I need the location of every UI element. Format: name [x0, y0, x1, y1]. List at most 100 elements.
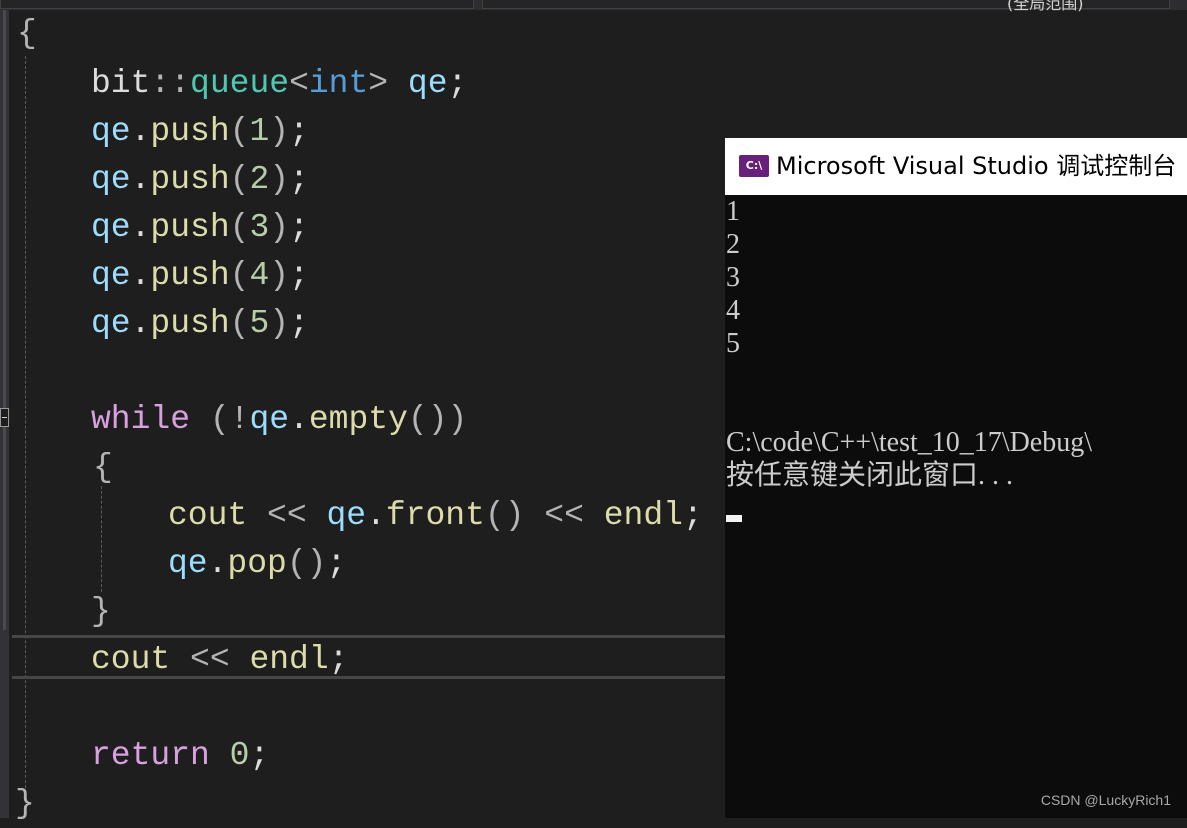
code-token: push [150, 113, 230, 150]
code-token: . [130, 305, 151, 342]
scope-dropdown-label: (全局范围) [1007, 0, 1084, 13]
code-line[interactable]: { [17, 10, 37, 58]
code-token: ; [249, 737, 270, 774]
project-dropdown[interactable] [0, 0, 474, 9]
code-line[interactable]: { [93, 444, 113, 492]
code-token: ) [269, 305, 290, 342]
code-token: ; [289, 161, 309, 198]
code-token: cout [168, 497, 248, 534]
code-token: ( [229, 305, 250, 342]
code-token: bit [91, 65, 151, 102]
console-output-line: 4 [726, 295, 740, 326]
code-token: < [289, 65, 309, 102]
indent-guide [101, 486, 102, 592]
code-token: pop [227, 545, 287, 582]
code-token: ( [229, 257, 250, 294]
code-line[interactable]: while (!qe.empty()) [91, 396, 467, 444]
change-tracking-bar [3, 10, 6, 630]
code-line[interactable]: qe.push(5); [91, 300, 309, 348]
code-token: 1 [249, 113, 270, 150]
code-token: endl [603, 497, 683, 534]
code-token: ; [326, 545, 347, 582]
code-token: qe [326, 497, 367, 534]
code-line[interactable]: cout << qe.front() << endl; [168, 492, 703, 540]
console-title-bar[interactable]: C:\ Microsoft Visual Studio 调试控制台 [725, 138, 1187, 195]
code-token: qe [168, 545, 208, 582]
code-token: . [207, 545, 228, 582]
console-output-line: 按任意键关闭此窗口. . . [726, 460, 1014, 491]
code-token: ) [269, 209, 290, 246]
indent-guide [25, 56, 26, 808]
code-token: :: [150, 65, 191, 102]
code-token: 2 [249, 161, 270, 198]
code-token: << [170, 641, 250, 678]
code-token: . [130, 113, 151, 150]
code-token: () [484, 497, 525, 534]
code-line[interactable]: return 0; [91, 732, 269, 780]
code-token: qe [91, 113, 131, 150]
code-token: ) [269, 257, 290, 294]
code-token: . [130, 257, 151, 294]
code-editor[interactable]: {bit::queue<int> qe; qe.push(1); qe.push(2… [0, 10, 725, 822]
code-token: empty [308, 401, 408, 438]
code-line[interactable]: qe.push(4); [91, 252, 309, 300]
code-token: push [150, 257, 230, 294]
code-token: qe [91, 305, 131, 342]
code-token: qe [91, 161, 131, 198]
console-output-line: C:\code\C++\test_10_17\Debug\ [726, 427, 1092, 458]
code-line[interactable]: qe.push(3); [91, 204, 309, 252]
code-token: front [385, 497, 485, 534]
code-token: ( [190, 401, 230, 438]
code-token: queue [190, 65, 290, 102]
code-token: ; [289, 305, 309, 342]
code-line[interactable]: } [91, 588, 111, 636]
console-output-line: 2 [726, 229, 740, 260]
code-line[interactable]: qe.push(1); [91, 108, 309, 156]
code-token: ; [289, 113, 309, 150]
code-token: 5 [249, 305, 270, 342]
code-token: ! [229, 401, 250, 438]
console-title: Microsoft Visual Studio 调试控制台 [776, 152, 1177, 180]
code-token: { [93, 449, 113, 486]
code-token: push [150, 305, 230, 342]
console-app-icon: C:\ [739, 155, 769, 177]
code-token: ; [289, 209, 309, 246]
code-token: ( [229, 113, 250, 150]
code-line[interactable]: qe.pop(); [168, 540, 346, 588]
code-token: << [524, 497, 604, 534]
code-token: ) [269, 113, 290, 150]
code-token: while [91, 401, 191, 438]
code-token: 0 [229, 737, 250, 774]
code-line[interactable]: } [15, 780, 35, 828]
code-token: ) [269, 161, 290, 198]
code-token: { [17, 15, 37, 52]
code-token: ; [682, 497, 703, 534]
code-token: qe [249, 401, 290, 438]
debug-console-window[interactable]: C:\ Microsoft Visual Studio 调试控制台 12345 C… [725, 138, 1187, 818]
scope-dropdown[interactable]: (全局范围) [482, 0, 1170, 13]
code-token: << [247, 497, 327, 534]
console-cursor [726, 515, 742, 522]
code-token: 4 [249, 257, 270, 294]
collapse-outline-icon[interactable] [0, 408, 9, 427]
code-token: } [91, 593, 111, 630]
code-line[interactable]: cout << endl; [91, 636, 348, 684]
code-token: ; [328, 641, 349, 678]
code-token: push [150, 209, 230, 246]
code-token: ()) [407, 401, 468, 438]
code-token: . [366, 497, 386, 534]
code-token: () [286, 545, 327, 582]
code-token: int [308, 65, 369, 102]
code-token: endl [249, 641, 329, 678]
watermark: CSDN @LuckyRich1 [1040, 792, 1171, 808]
code-token: qe [91, 257, 131, 294]
code-token: . [289, 401, 309, 438]
code-line[interactable]: bit::queue<int> qe; [91, 60, 467, 108]
code-token: qe [407, 65, 448, 102]
code-token: } [15, 785, 35, 822]
code-token: ( [229, 209, 250, 246]
code-token: . [130, 209, 151, 246]
code-token: qe [91, 209, 131, 246]
code-line[interactable]: qe.push(2); [91, 156, 309, 204]
